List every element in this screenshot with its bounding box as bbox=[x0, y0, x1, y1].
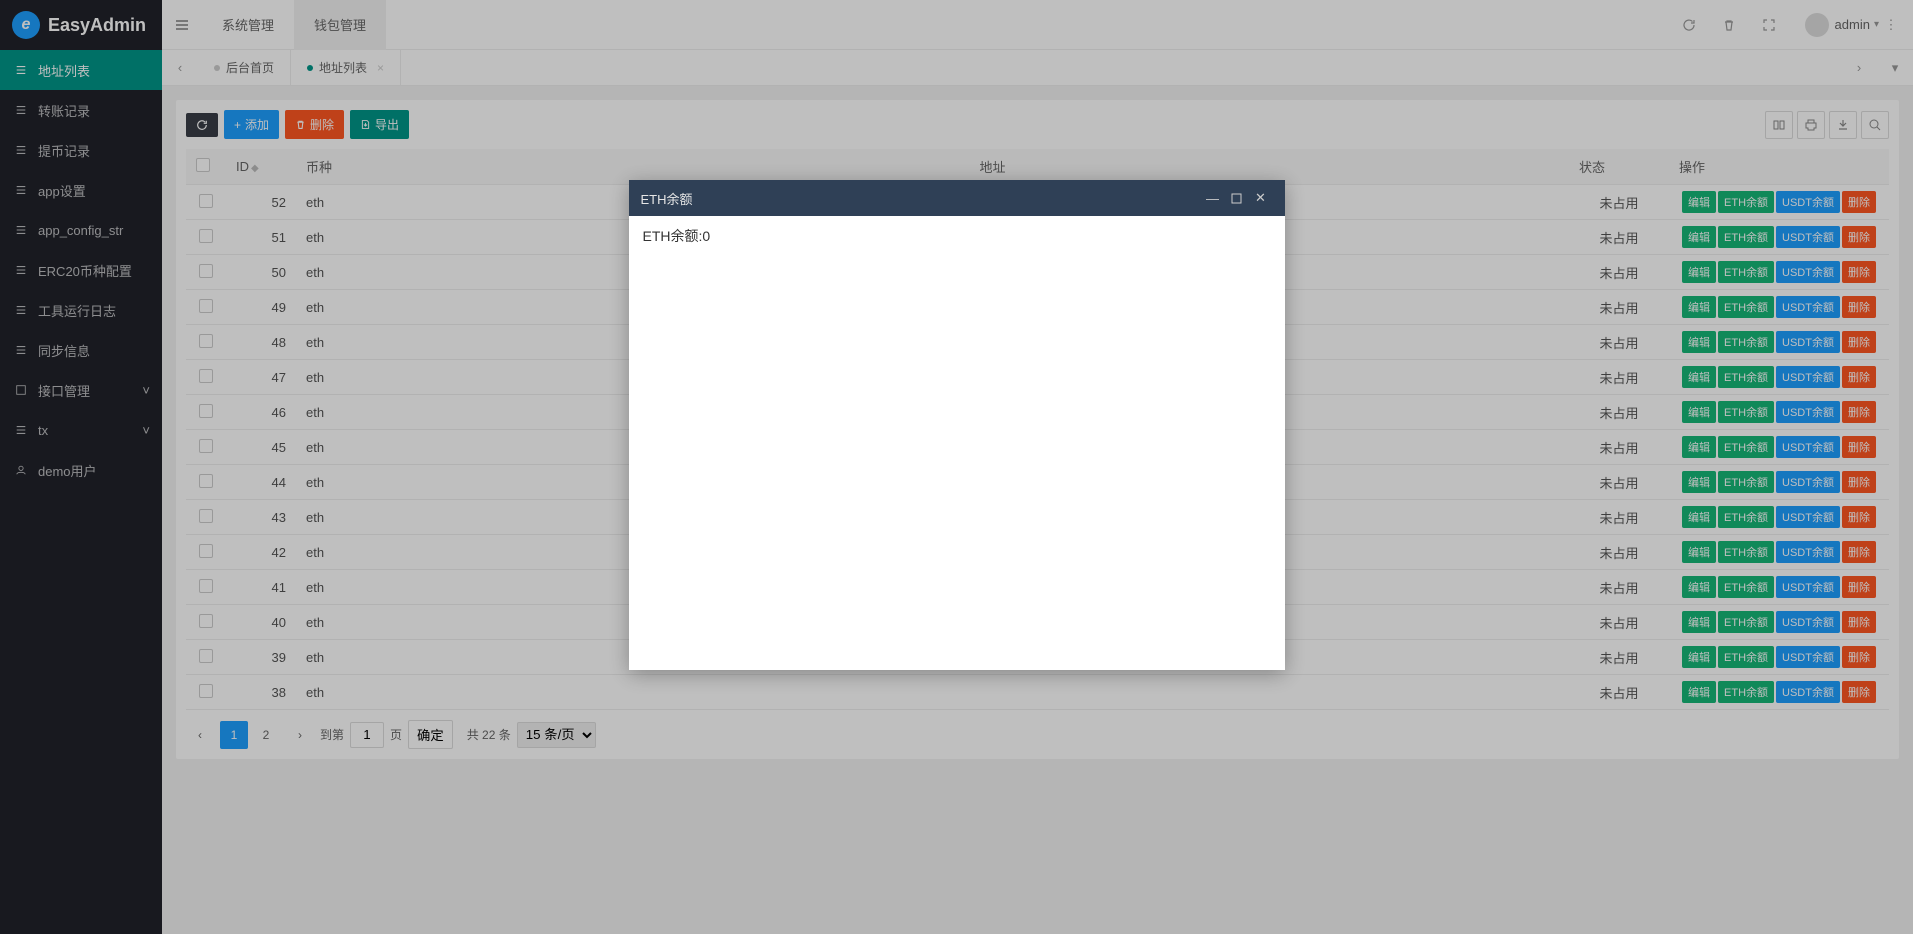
modal-dialog: ETH余额 — ✕ ETH余额:0 bbox=[629, 180, 1285, 670]
modal-body-text: ETH余额:0 bbox=[643, 228, 711, 244]
modal-maximize-button[interactable] bbox=[1225, 193, 1249, 204]
modal-title: ETH余额 bbox=[641, 189, 693, 208]
modal-overlay[interactable]: ETH余额 — ✕ ETH余额:0 bbox=[0, 0, 1913, 934]
maximize-icon bbox=[1231, 193, 1242, 204]
modal-close-button[interactable]: ✕ bbox=[1249, 190, 1273, 206]
modal-body: ETH余额:0 bbox=[629, 216, 1285, 670]
modal-minimize-button[interactable]: — bbox=[1201, 191, 1225, 206]
modal-header[interactable]: ETH余额 — ✕ bbox=[629, 180, 1285, 216]
